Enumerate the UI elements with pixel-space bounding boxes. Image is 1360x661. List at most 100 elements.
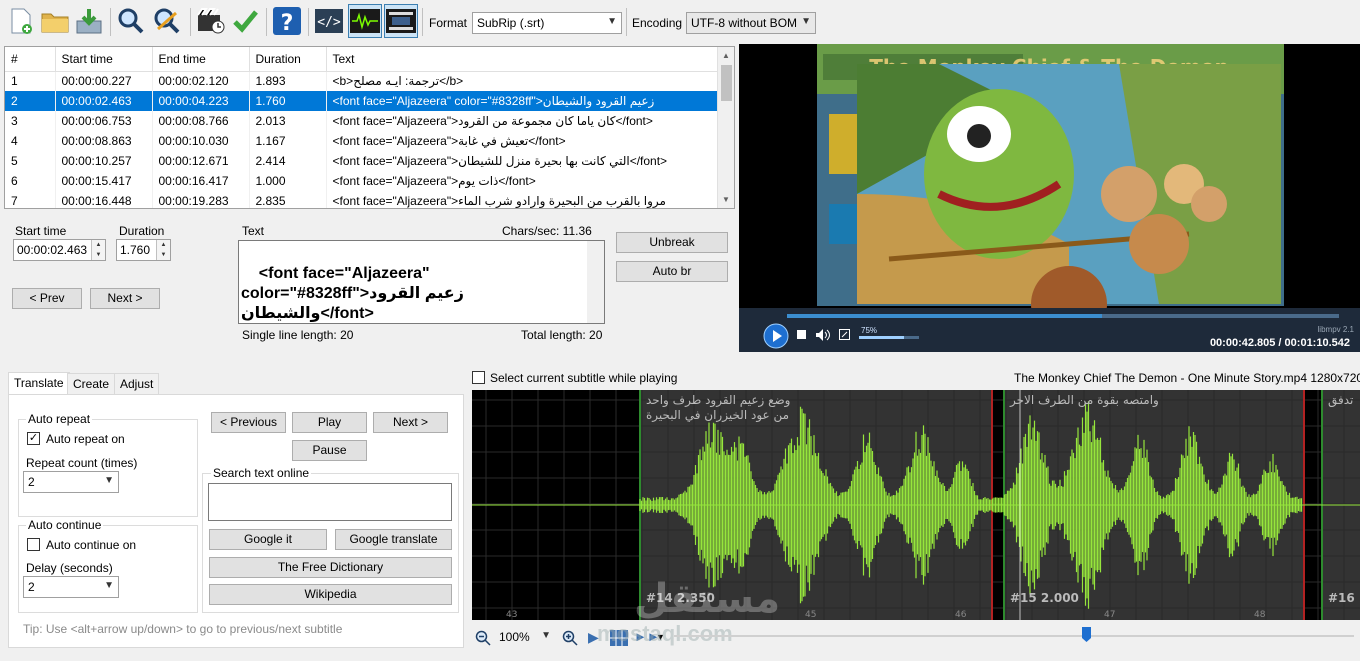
auto-repeat-checkbox[interactable]: ✓ <box>27 432 40 445</box>
tab-create[interactable]: Create <box>67 373 116 395</box>
fullscreen-icon[interactable] <box>839 329 851 341</box>
editor-scrollbar[interactable] <box>587 241 604 323</box>
col-end-time[interactable]: End time <box>152 47 250 72</box>
encoding-select[interactable]: UTF-8 without BOM ▼ <box>686 12 816 34</box>
wikipedia-button[interactable]: Wikipedia <box>209 584 452 605</box>
edit-panel: Start time 00:00:02.463 ▲ ▼ Duration 1.76… <box>4 216 735 352</box>
play-icon[interactable] <box>763 323 789 349</box>
previous-button[interactable]: < Previous <box>211 412 286 433</box>
tab-translate[interactable]: Translate <box>8 372 70 395</box>
scroll-up-icon[interactable]: ▲ <box>722 51 730 60</box>
subtitle-text-editor[interactable]: <font face="Aljazeera" color="#8328ff">ز… <box>238 240 605 324</box>
subtitle-grid[interactable]: # Start time End time Duration Text 1 00… <box>4 46 735 209</box>
waveform-position-thumb[interactable] <box>1082 627 1092 643</box>
prev-button[interactable]: < Prev <box>12 288 82 309</box>
spell-check-icon[interactable] <box>228 4 262 38</box>
tick-label: 45 <box>805 610 816 620</box>
delay-select[interactable]: 2 ▼ <box>23 576 119 598</box>
video-toggle-icon[interactable] <box>384 4 418 38</box>
replace-icon[interactable] <box>150 4 184 38</box>
col-duration[interactable]: Duration <box>249 47 327 72</box>
table-row[interactable]: 5 00:00:10.257 00:00:12.671 2.414 <font … <box>5 151 720 171</box>
auto-br-button[interactable]: Auto br <box>616 261 728 282</box>
zoom-out-icon[interactable] <box>475 630 491 646</box>
video-frame: The Monkey Chief & The Demon <box>817 44 1284 342</box>
auto-continue-checkbox[interactable] <box>27 538 40 551</box>
audio-waveform[interactable]: وضع زعيم القرود طرف واحد من عود الخيزران… <box>472 390 1360 620</box>
repeat-count-select[interactable]: 2 ▼ <box>23 471 119 493</box>
volume-percent: 75% <box>861 326 878 335</box>
unbreak-button[interactable]: Unbreak <box>616 232 728 253</box>
table-row[interactable]: 3 00:00:06.753 00:00:08.766 2.013 <font … <box>5 111 720 131</box>
find-icon[interactable] <box>114 4 148 38</box>
visual-sync-icon[interactable] <box>194 4 228 38</box>
spin-arrows-icon[interactable]: ▲ ▼ <box>156 240 170 260</box>
tick-label: 48 <box>1254 610 1266 620</box>
google-it-button[interactable]: Google it <box>209 529 327 550</box>
zoom-select[interactable]: 100% ▼ <box>495 627 555 649</box>
zoom-in-icon[interactable] <box>562 630 578 646</box>
stop-icon[interactable] <box>797 330 807 340</box>
help-icon[interactable]: ? <box>270 4 304 38</box>
encoding-label: Encoding <box>632 16 683 30</box>
table-row[interactable]: 6 00:00:15.417 00:00:16.417 1.000 <font … <box>5 171 720 191</box>
table-row[interactable]: 7 00:00:16.448 00:00:19.283 2.835 <font … <box>5 191 720 208</box>
scroll-down-icon[interactable]: ▼ <box>722 195 730 204</box>
source-view-icon[interactable]: </> <box>312 4 346 38</box>
single-line-length: Single line length: 20 <box>242 328 354 342</box>
cell-duration: 2.835 <box>249 191 327 208</box>
new-file-icon[interactable] <box>4 4 38 38</box>
format-select[interactable]: SubRip (.srt) ▼ <box>472 12 622 34</box>
cell-end: 00:00:19.283 <box>152 191 250 208</box>
chevron-down-icon: ▼ <box>104 580 114 591</box>
format-label: Format <box>429 16 468 30</box>
table-row-selected[interactable]: 2 00:00:02.463 00:00:04.223 1.760 <font … <box>5 91 720 111</box>
table-row[interactable]: 1 00:00:00.227 00:00:02.120 1.893 <b>ترج… <box>5 71 720 91</box>
google-translate-button[interactable]: Google translate <box>335 529 452 550</box>
start-time-label: Start time <box>15 224 67 238</box>
select-current-label: Select current subtitle while playing <box>490 371 678 385</box>
region-label-16: #16 <box>1328 591 1355 605</box>
volume-slider[interactable] <box>859 336 919 339</box>
duration-label: Duration <box>119 224 165 238</box>
play-button[interactable]: Play <box>292 412 367 433</box>
cell-number: 5 <box>5 151 56 171</box>
next-button[interactable]: Next > <box>90 288 160 309</box>
open-folder-icon[interactable] <box>38 4 72 38</box>
repeat-count-label: Repeat count (times) <box>26 456 138 470</box>
start-time-input[interactable]: 00:00:02.463 ▲ ▼ <box>13 239 106 261</box>
spin-arrows-icon[interactable]: ▲ ▼ <box>91 240 105 260</box>
waveform-toggle-icon[interactable] <box>348 4 382 38</box>
cell-duration: 1.000 <box>249 171 327 191</box>
seek-bar[interactable] <box>787 314 1339 318</box>
col-start-time[interactable]: Start time <box>55 47 153 72</box>
save-download-icon[interactable] <box>72 4 106 38</box>
cell-number: 4 <box>5 131 56 151</box>
cell-start: 00:00:10.257 <box>55 151 153 171</box>
video-player[interactable]: The Monkey Chief & The Demon 75% libmpv … <box>739 44 1360 352</box>
chevron-down-icon: ▼ <box>541 630 551 641</box>
waveform-position-track[interactable] <box>674 635 1354 637</box>
region-label-15: #15 2.000 <box>1010 591 1079 605</box>
col-number[interactable]: # <box>5 47 56 72</box>
search-text-input[interactable] <box>208 483 452 521</box>
tick-label: 43 <box>506 610 517 620</box>
grid-scrollbar[interactable]: ▲ ▼ <box>717 47 734 208</box>
col-text[interactable]: Text <box>326 47 720 72</box>
cell-duration: 2.414 <box>249 151 327 171</box>
cell-duration: 2.013 <box>249 111 327 131</box>
free-dictionary-button[interactable]: The Free Dictionary <box>209 557 452 578</box>
next-button[interactable]: Next > <box>373 412 448 433</box>
waveform-canvas[interactable]: وضع زعيم القرود طرف واحد من عود الخيزران… <box>472 390 1360 620</box>
tab-adjust[interactable]: Adjust <box>114 373 160 395</box>
scroll-thumb[interactable] <box>721 65 732 101</box>
table-row[interactable]: 4 00:00:08.863 00:00:10.030 1.167 <font … <box>5 131 720 151</box>
subtitle-text-left-1: وضع زعيم القرود طرف واحد <box>646 393 790 408</box>
volume-icon[interactable] <box>815 328 831 342</box>
cell-start: 00:00:16.448 <box>55 191 153 208</box>
chevron-down-icon: ▼ <box>104 475 114 486</box>
auto-continue-title: Auto continue <box>26 518 104 532</box>
pause-button[interactable]: Pause <box>292 440 367 461</box>
duration-input[interactable]: 1.760 ▲ ▼ <box>116 239 171 261</box>
select-current-checkbox[interactable] <box>472 371 485 384</box>
